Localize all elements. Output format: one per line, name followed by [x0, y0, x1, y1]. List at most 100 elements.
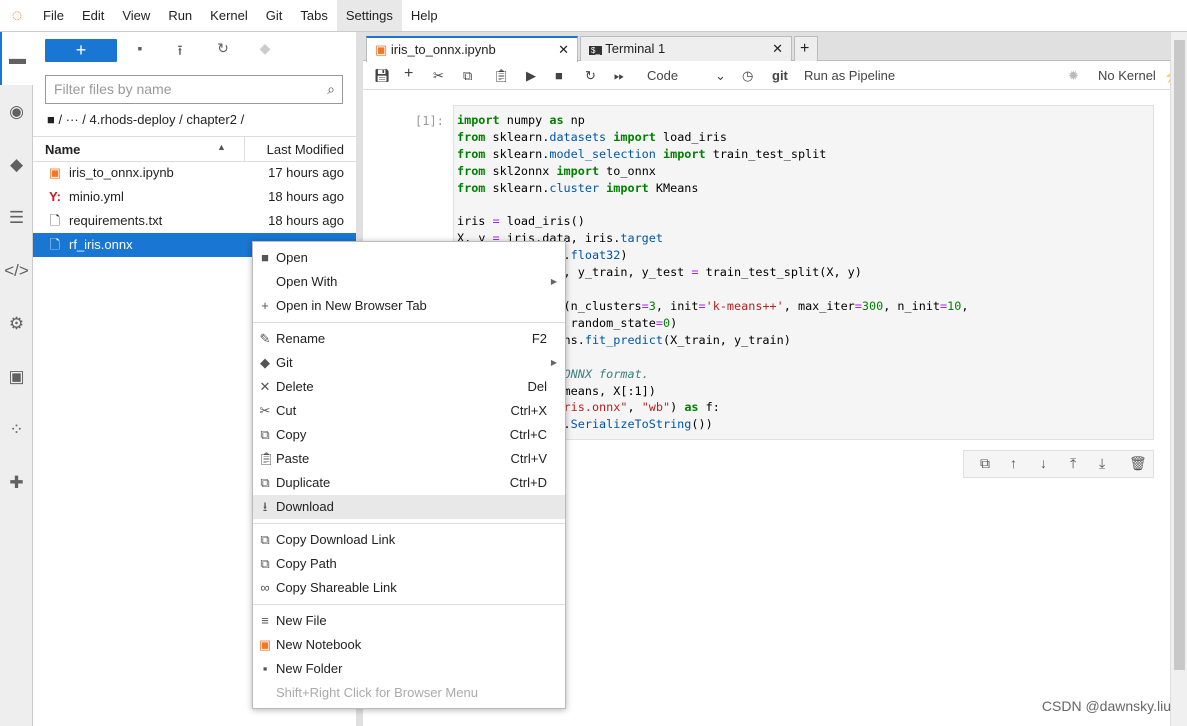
fast-forward-icon[interactable]: ⏩︎: [614, 68, 624, 84]
menu-kernel[interactable]: Kernel: [201, 0, 257, 31]
insert-cell-icon[interactable]: +: [404, 65, 413, 83]
context-menu-item-copy-path[interactable]: ⧉ Copy Path: [253, 552, 565, 576]
context-menu-item-copy[interactable]: ⧉ Copy Ctrl+C: [253, 423, 565, 447]
file-name: minio.yml: [69, 189, 124, 204]
terminal-icon: $_: [589, 46, 602, 55]
menu-git[interactable]: Git: [257, 0, 292, 31]
activity-bar: ▬ ◉ ◆ ☰ </> ⚙ ▣ ⁘ ✚: [0, 32, 33, 726]
menu-item-label: Copy: [276, 427, 307, 442]
scrollbar[interactable]: [1170, 32, 1187, 726]
context-menu-item-open[interactable]: ■ Open: [253, 246, 565, 270]
insert-below-icon[interactable]: ⤓: [1099, 455, 1105, 472]
upload-icon[interactable]: ⭱: [170, 40, 190, 64]
pipeline-icon[interactable]: ▣: [0, 350, 33, 403]
tab-terminal[interactable]: $_ Terminal 1 ✕: [580, 36, 792, 61]
yaml-icon: Y:: [48, 189, 62, 204]
context-menu-item-new-folder[interactable]: ▪ New Folder: [253, 657, 565, 681]
toc-icon[interactable]: ☰: [0, 191, 33, 244]
duplicate-cell-icon[interactable]: ⧉: [980, 455, 990, 472]
context-menu-item-copy-download-link[interactable]: ⧉ Copy Download Link: [253, 528, 565, 552]
context-menu-item-new-file[interactable]: ≡ New File: [253, 609, 565, 633]
menu-item-label: Copy Path: [276, 556, 337, 571]
add-tab-button[interactable]: +: [794, 36, 818, 61]
menu-run[interactable]: Run: [159, 0, 201, 31]
menu-settings[interactable]: Settings: [336, 0, 402, 31]
git-clone-icon[interactable]: ◆: [255, 40, 275, 57]
git-icon[interactable]: ◆: [0, 138, 33, 191]
plus-icon: +: [261, 298, 269, 313]
file-icon: ≡: [261, 613, 269, 628]
refresh-icon[interactable]: ↻: [213, 40, 233, 57]
breadcrumb[interactable]: ■ / ··· / 4.rhods-deploy / chapter2 /: [47, 112, 244, 127]
menu-edit[interactable]: Edit: [73, 0, 113, 31]
context-menu-item-git[interactable]: ◆ Git ▶: [253, 351, 565, 375]
property-inspector-icon[interactable]: ⚙: [0, 297, 33, 350]
scissors-icon[interactable]: ✂: [433, 68, 444, 84]
menu-view[interactable]: View: [113, 0, 159, 31]
run-as-pipeline-button[interactable]: Run as Pipeline: [804, 68, 895, 83]
copy-icon[interactable]: ⧉: [463, 68, 472, 84]
restart-icon[interactable]: ↻: [585, 68, 596, 84]
context-menu-item-open-with[interactable]: Open With ▶: [253, 270, 565, 294]
move-up-icon[interactable]: ↑: [1010, 455, 1017, 471]
file-modified: 17 hours ago: [268, 165, 344, 180]
context-menu-item-open-in-new-browser-tab[interactable]: + Open in New Browser Tab: [253, 294, 565, 318]
stop-icon[interactable]: ■: [555, 68, 563, 83]
context-menu-item-copy-shareable-link[interactable]: ∞ Copy Shareable Link: [253, 576, 565, 600]
filter-placeholder: Filter files by name: [54, 81, 172, 97]
context-menu-item-download[interactable]: ⭳ Download: [253, 495, 565, 519]
breadcrumb-path[interactable]: / ··· / 4.rhods-deploy / chapter2 /: [58, 112, 244, 127]
cell-type-select[interactable]: Code ⌄: [647, 68, 727, 83]
file-name: rf_iris.onnx: [69, 237, 133, 252]
context-menu-item-shift-right-click-for-browser-menu: Shift+Right Click for Browser Menu: [253, 681, 565, 705]
new-folder-icon[interactable]: ▪: [130, 40, 150, 56]
git-diff-button[interactable]: git: [772, 68, 788, 83]
filter-input[interactable]: Filter files by name ⌕: [45, 75, 343, 104]
code-icon[interactable]: </>: [0, 244, 33, 297]
file-row[interactable]: ▣ iris_to_onnx.ipynb 17 hours ago: [33, 161, 356, 185]
file-row[interactable]: 🗋 requirements.txt 18 hours ago: [33, 209, 356, 233]
tab-notebook[interactable]: ▣ iris_to_onnx.ipynb ✕: [366, 36, 578, 62]
close-icon[interactable]: ✕: [772, 37, 783, 61]
submenu-arrow-icon: ▶: [550, 358, 557, 367]
chevron-down-icon: ⌄: [715, 68, 726, 83]
copy-icon: ⧉: [260, 532, 270, 547]
save-icon[interactable]: 💾︎: [374, 68, 391, 84]
menu-item-label: New File: [276, 613, 327, 628]
menu-item-label: New Notebook: [276, 637, 362, 652]
column-name[interactable]: Name: [45, 142, 80, 157]
context-menu-item-paste[interactable]: 📋︎ Paste Ctrl+V: [253, 447, 565, 471]
paste-icon[interactable]: 📋︎: [493, 68, 510, 84]
clock-icon[interactable]: ◷: [742, 68, 753, 84]
context-menu-item-delete[interactable]: ✕ Delete Del: [253, 375, 565, 399]
context-menu-item-duplicate[interactable]: ⧉ Duplicate Ctrl+D: [253, 471, 565, 495]
file-icon: 🗋: [49, 237, 61, 252]
context-menu-item-cut[interactable]: ✂ Cut Ctrl+X: [253, 399, 565, 423]
move-down-icon[interactable]: ↓: [1040, 455, 1047, 471]
running-icon[interactable]: ◉: [0, 85, 33, 138]
extension-icon[interactable]: ⁘: [0, 403, 33, 456]
menu-tabs[interactable]: Tabs: [291, 0, 336, 31]
scrollbar-thumb[interactable]: [1174, 40, 1185, 670]
folder-icon[interactable]: ▬: [0, 32, 33, 85]
kernel-name[interactable]: No Kernel: [1098, 68, 1156, 83]
bug-icon[interactable]: ✹: [1068, 68, 1079, 84]
delete-cell-icon[interactable]: 🗑︎: [1129, 455, 1147, 472]
context-menu-item-rename[interactable]: ✎ Rename F2: [253, 327, 565, 351]
close-icon[interactable]: ✕: [558, 38, 569, 62]
file-row[interactable]: Y: minio.yml 18 hours ago: [33, 185, 356, 209]
run-icon[interactable]: ▶: [526, 68, 536, 84]
cell-toolbar: ⧉ ↑ ↓ ⤒ ⤓ 🗑︎: [963, 450, 1154, 478]
new-launcher-button[interactable]: +: [45, 39, 117, 62]
menu-separator: [253, 523, 565, 524]
menu-item-label: Shift+Right Click for Browser Menu: [276, 685, 478, 700]
menu-help[interactable]: Help: [402, 0, 447, 31]
menu-item-shortcut: Del: [527, 379, 547, 394]
puzzle-icon[interactable]: ✚: [0, 456, 33, 509]
menu-file[interactable]: File: [34, 0, 73, 31]
menu-item-label: Open in New Browser Tab: [276, 298, 427, 313]
context-menu-item-new-notebook[interactable]: ▣ New Notebook: [253, 633, 565, 657]
insert-above-icon[interactable]: ⤒: [1070, 455, 1076, 472]
column-last-modified[interactable]: Last Modified: [244, 137, 356, 161]
cell-type-value: Code: [647, 68, 679, 83]
